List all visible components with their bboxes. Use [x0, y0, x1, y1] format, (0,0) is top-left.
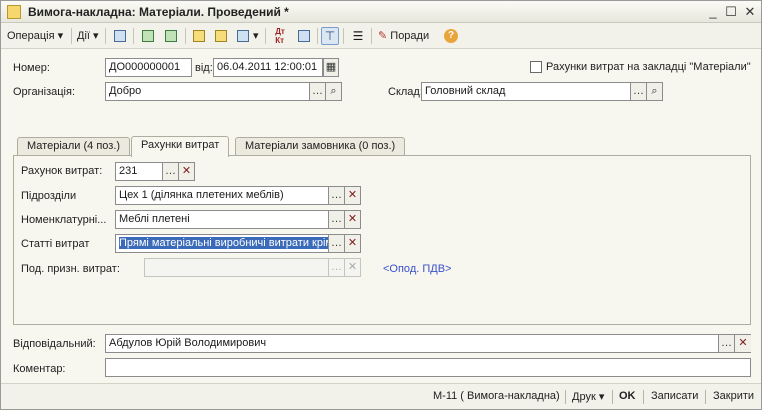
cost-accounts-checkbox-label: Рахунки витрат на закладці "Матеріали" — [546, 61, 751, 73]
cost-accounts-checkbox[interactable] — [530, 61, 542, 73]
bottom-separator — [643, 390, 644, 404]
toolbar-separator — [133, 28, 134, 44]
copy-icon[interactable] — [139, 27, 157, 45]
dropdown-arrow-icon[interactable]: ▾ — [253, 27, 259, 45]
bottom-separator — [565, 390, 566, 404]
cost-items-label: Статті витрат — [21, 238, 90, 250]
date-field[interactable]: 06.04.2011 12:00:01 — [213, 58, 323, 77]
toolbar-separator — [317, 28, 318, 44]
toolbar-separator — [371, 28, 372, 44]
print-menu[interactable]: Друк ▾ — [572, 390, 604, 403]
division-field[interactable]: Цех 1 (ділянка плетених меблів) — [115, 186, 329, 205]
actions-menu-label: Дії — [77, 30, 90, 42]
close-window-button[interactable]: ✕ — [742, 4, 758, 20]
refresh-icon[interactable] — [162, 27, 180, 45]
division-clear-icon[interactable]: ✕ — [345, 186, 361, 205]
toolbar-separator — [265, 28, 266, 44]
help-icon[interactable]: ? — [442, 27, 460, 45]
minimize-button[interactable]: _ — [705, 4, 721, 20]
nomenclature-clear-icon[interactable]: ✕ — [345, 210, 361, 229]
toolbar-separator — [71, 28, 72, 44]
cost-items-select-button[interactable]: … — [329, 234, 345, 253]
cost-account-clear-icon[interactable]: ✕ — [179, 162, 195, 181]
unpost-icon[interactable] — [212, 27, 230, 45]
print-label: Друк — [572, 391, 596, 403]
responsible-select-button[interactable]: … — [719, 334, 735, 353]
journal-icon[interactable] — [295, 27, 313, 45]
nomenclature-label: Номенклатурні... — [21, 214, 107, 226]
maximize-button[interactable]: ☐ — [723, 4, 739, 20]
organization-select-button[interactable]: … — [310, 82, 326, 101]
date-label: від: — [195, 62, 213, 74]
comment-label: Коментар: — [13, 363, 66, 375]
cost-items-clear-icon[interactable]: ✕ — [345, 234, 361, 253]
nomenclature-field[interactable]: Меблі плетені — [115, 210, 329, 229]
cost-account-field[interactable]: 231 — [115, 162, 163, 181]
division-select-button[interactable]: … — [329, 186, 345, 205]
bottom-bar: М-11 ( Вимога-накладна) Друк ▾ OK Записа… — [1, 383, 761, 409]
ok-button[interactable]: OK — [619, 390, 636, 402]
toolbar-separator — [185, 28, 186, 44]
vat-link[interactable]: <Опод. ПДВ> — [383, 263, 451, 275]
close-button[interactable]: Закрити — [713, 390, 754, 402]
dropdown-arrow-icon: ▾ — [93, 30, 99, 42]
operation-menu[interactable]: Операція ▾ — [7, 27, 63, 45]
toolbar: Операція ▾ Дії ▾ ▾ Дт Кт ⊤ ☰ ✎ Поради ? — [1, 23, 761, 49]
comment-field[interactable] — [105, 358, 751, 377]
cost-account-select-button[interactable]: … — [163, 162, 179, 181]
organization-label: Організація: — [13, 86, 75, 98]
organization-field[interactable]: Добро — [105, 82, 310, 101]
bottom-separator — [705, 390, 706, 404]
fill-icon[interactable] — [190, 27, 208, 45]
dropdown-arrow-icon: ▾ — [57, 30, 64, 42]
tab-customer-materials[interactable]: Матеріали замовника (0 поз.) — [235, 137, 406, 156]
list-view-icon[interactable]: ☰ — [349, 27, 367, 45]
title-bar: Вимога-накладна: Матеріали. Проведений *… — [1, 1, 761, 23]
dropdown-arrow-icon: ▾ — [598, 391, 605, 403]
warehouse-select-button[interactable]: … — [631, 82, 647, 101]
form-print-button[interactable]: М-11 ( Вимога-накладна) — [433, 390, 560, 402]
cost-items-value: Прямі матеріальні виробничі витрати крім — [119, 237, 328, 249]
warehouse-field[interactable]: Головний склад — [421, 82, 631, 101]
tips-label: Поради — [390, 30, 430, 42]
tab-materials[interactable]: Матеріали (4 поз.) — [17, 137, 131, 156]
number-label: Номер: — [13, 62, 50, 74]
responsible-label: Відповідальний: — [13, 338, 96, 350]
responsible-clear-icon[interactable]: ✕ — [735, 334, 751, 353]
tips-button[interactable]: ✎ Поради — [378, 27, 429, 45]
save-button[interactable]: Записати — [651, 390, 698, 402]
document-window: Вимога-накладна: Матеріали. Проведений *… — [0, 0, 762, 410]
toolbar-separator — [343, 28, 344, 44]
cost-items-field[interactable]: Прямі матеріальні виробничі витрати крім — [115, 234, 329, 253]
warehouse-search-icon[interactable]: ⌕ — [647, 82, 663, 101]
calendar-icon[interactable]: ▦ — [323, 58, 339, 77]
organization-search-icon[interactable]: ⌕ — [326, 82, 342, 101]
tax-recognition-select-button: … — [329, 258, 345, 277]
post-document-icon[interactable] — [111, 27, 129, 45]
tab-cost-accounts[interactable]: Рахунки витрат — [131, 136, 230, 157]
window-title: Вимога-накладна: Матеріали. Проведений * — [28, 5, 289, 19]
operation-menu-label: Операція — [7, 30, 55, 42]
bottom-separator — [612, 390, 613, 404]
dt-kt-icon[interactable]: Дт Кт — [271, 27, 289, 45]
tax-recognition-clear-icon: ✕ — [345, 258, 361, 277]
cost-account-label: Рахунок витрат: — [21, 165, 103, 177]
warehouse-label: Склад: — [388, 86, 423, 98]
based-on-icon[interactable] — [234, 27, 252, 45]
tips-book-icon: ✎ — [378, 30, 388, 42]
toolbar-separator — [105, 28, 106, 44]
number-field[interactable]: ДО000000001 — [105, 58, 192, 77]
tax-recognition-label: Под. призн. витрат: — [21, 263, 120, 275]
responsible-field[interactable]: Абдулов Юрій Володимирович — [105, 334, 719, 353]
division-label: Підрозділи — [21, 190, 77, 202]
tax-recognition-field — [144, 258, 329, 277]
structure-icon[interactable]: ⊤ — [321, 27, 339, 45]
nomenclature-select-button[interactable]: … — [329, 210, 345, 229]
actions-menu[interactable]: Дії ▾ — [77, 27, 99, 45]
document-icon — [7, 5, 21, 19]
